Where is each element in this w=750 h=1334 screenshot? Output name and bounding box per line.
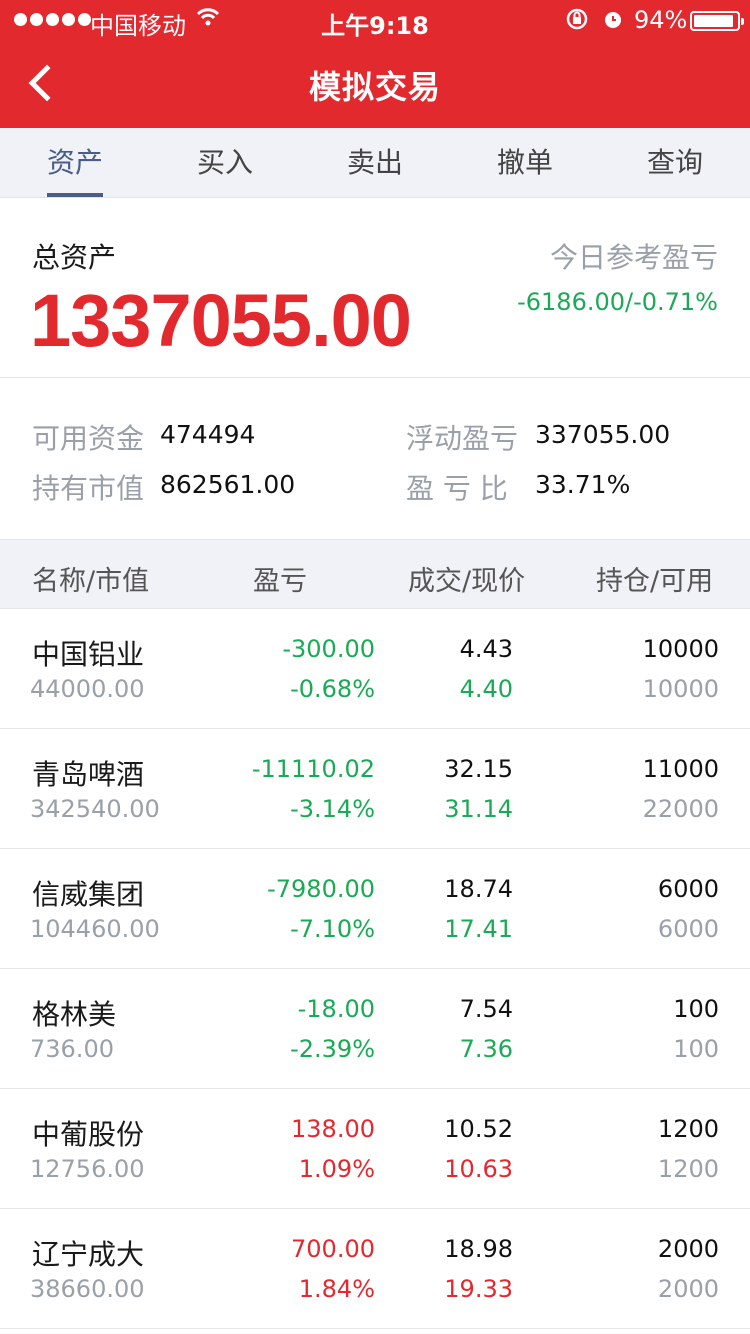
floating-pnl-value: 337055.00 bbox=[535, 420, 671, 449]
stock-holding: 6000 bbox=[657, 875, 719, 903]
stock-current-price: 19.33 bbox=[444, 1275, 513, 1303]
today-pnl-label: 今日参考盈亏 bbox=[549, 241, 718, 274]
stock-current-price: 31.14 bbox=[444, 795, 513, 823]
stock-holding: 100 bbox=[673, 995, 719, 1023]
stock-market-value: 342540.00 bbox=[30, 795, 160, 823]
total-assets-value: 1337055.00 bbox=[30, 279, 412, 362]
stock-pnl-percent: -0.68% bbox=[290, 675, 375, 703]
today-pnl-value: -6186.00/-0.71% bbox=[517, 288, 718, 316]
stock-market-value: 38660.00 bbox=[30, 1275, 145, 1303]
pnl-ratio-value: 33.71% bbox=[535, 470, 631, 499]
stock-holding: 10000 bbox=[642, 635, 719, 663]
table-row[interactable]: 格林美 736.00 -18.00 -2.39% 7.54 7.36 100 1… bbox=[0, 969, 750, 1089]
stock-name: 辽宁成大 bbox=[32, 1238, 145, 1271]
active-tab-indicator bbox=[47, 193, 103, 197]
stock-current-price: 4.40 bbox=[459, 675, 513, 703]
stock-available: 6000 bbox=[657, 915, 719, 943]
table-row[interactable]: 辽宁成大 38660.00 700.00 1.84% 18.98 19.33 2… bbox=[0, 1209, 750, 1329]
stock-pnl: -11110.02 bbox=[251, 755, 375, 783]
stock-market-value: 12756.00 bbox=[30, 1155, 145, 1183]
top-bar: 中国移动 上午9:18 94% 模拟交易 bbox=[0, 0, 750, 128]
stock-pnl-percent: -2.39% bbox=[290, 1035, 375, 1063]
stock-market-value: 44000.00 bbox=[30, 675, 145, 703]
floating-pnl-label: 浮动盈亏 bbox=[406, 422, 519, 455]
stock-market-value: 104460.00 bbox=[30, 915, 160, 943]
table-row[interactable]: 中国铝业 44000.00 -300.00 -0.68% 4.43 4.40 1… bbox=[0, 609, 750, 729]
stock-current-price: 7.36 bbox=[459, 1035, 513, 1063]
column-header-pnl: 盈亏 bbox=[253, 566, 307, 597]
total-assets-label: 总资产 bbox=[32, 241, 117, 274]
status-bar: 中国移动 上午9:18 94% bbox=[0, 0, 750, 40]
stock-available: 22000 bbox=[642, 795, 719, 823]
stock-deal-price: 18.98 bbox=[444, 1235, 513, 1263]
column-header-position: 持仓/可用 bbox=[596, 566, 714, 597]
stock-name: 青岛啤酒 bbox=[32, 758, 145, 791]
asset-summary: 总资产 1337055.00 今日参考盈亏 -6186.00/-0.71% bbox=[0, 198, 750, 378]
stock-available: 1200 bbox=[657, 1155, 719, 1183]
stock-pnl: 138.00 bbox=[291, 1115, 375, 1143]
tab-sell[interactable]: 卖出 bbox=[300, 128, 450, 197]
tab-assets[interactable]: 资产 bbox=[0, 128, 150, 197]
holdings-list: 中国铝业 44000.00 -300.00 -0.68% 4.43 4.40 1… bbox=[0, 609, 750, 1329]
stock-market-value: 736.00 bbox=[30, 1035, 114, 1063]
stock-name: 信威集团 bbox=[32, 878, 145, 911]
table-row[interactable]: 中葡股份 12756.00 138.00 1.09% 10.52 10.63 1… bbox=[0, 1089, 750, 1209]
table-row[interactable]: 信威集团 104460.00 -7980.00 -7.10% 18.74 17.… bbox=[0, 849, 750, 969]
stock-deal-price: 32.15 bbox=[444, 755, 513, 783]
battery-percent: 94% bbox=[634, 6, 688, 34]
stock-pnl-percent: 1.09% bbox=[298, 1155, 375, 1183]
table-row[interactable]: 青岛啤酒 342540.00 -11110.02 -3.14% 32.15 31… bbox=[0, 729, 750, 849]
stock-deal-price: 4.43 bbox=[459, 635, 513, 663]
stock-holding: 11000 bbox=[642, 755, 719, 783]
stock-name: 格林美 bbox=[32, 998, 117, 1031]
available-funds-label: 可用资金 bbox=[32, 422, 145, 455]
battery-icon bbox=[690, 11, 744, 31]
stock-pnl: -18.00 bbox=[297, 995, 375, 1023]
stock-available: 10000 bbox=[642, 675, 719, 703]
stock-deal-price: 10.52 bbox=[444, 1115, 513, 1143]
available-funds-value: 474494 bbox=[160, 420, 256, 449]
tab-query[interactable]: 查询 bbox=[600, 128, 750, 197]
stock-pnl-percent: -7.10% bbox=[290, 915, 375, 943]
stock-name: 中国铝业 bbox=[32, 638, 145, 671]
column-header-price: 成交/现价 bbox=[408, 566, 526, 597]
pnl-ratio-label: 盈 亏 比 bbox=[406, 472, 508, 505]
tab-cancel-order[interactable]: 撤单 bbox=[450, 128, 600, 197]
market-value-value: 862561.00 bbox=[160, 470, 296, 499]
tab-bar: 资产 买入 卖出 撤单 查询 bbox=[0, 128, 750, 198]
market-value-label: 持有市值 bbox=[32, 472, 145, 505]
stock-pnl: -300.00 bbox=[282, 635, 375, 663]
stock-holding: 2000 bbox=[657, 1235, 719, 1263]
column-header-name: 名称/市值 bbox=[32, 566, 150, 597]
stock-pnl-percent: 1.84% bbox=[298, 1275, 375, 1303]
stock-name: 中葡股份 bbox=[32, 1118, 145, 1151]
stock-pnl-percent: -3.14% bbox=[290, 795, 375, 823]
tab-buy[interactable]: 买入 bbox=[150, 128, 300, 197]
stock-available: 2000 bbox=[657, 1275, 719, 1303]
stock-holding: 1200 bbox=[657, 1115, 719, 1143]
account-details: 可用资金 474494 浮动盈亏 337055.00 持有市值 862561.0… bbox=[0, 379, 750, 539]
stock-deal-price: 7.54 bbox=[459, 995, 513, 1023]
page-title: 模拟交易 bbox=[308, 68, 441, 106]
stock-pnl: 700.00 bbox=[291, 1235, 375, 1263]
stock-pnl: -7980.00 bbox=[267, 875, 375, 903]
nav-bar: 模拟交易 bbox=[0, 40, 750, 128]
stock-current-price: 17.41 bbox=[444, 915, 513, 943]
stock-available: 100 bbox=[673, 1035, 719, 1063]
stock-deal-price: 18.74 bbox=[444, 875, 513, 903]
alarm-icon bbox=[601, 7, 625, 37]
stock-current-price: 10.63 bbox=[444, 1155, 513, 1183]
holdings-table-header: 名称/市值 盈亏 成交/现价 持仓/可用 bbox=[0, 539, 750, 609]
rotation-lock-icon bbox=[565, 7, 589, 37]
